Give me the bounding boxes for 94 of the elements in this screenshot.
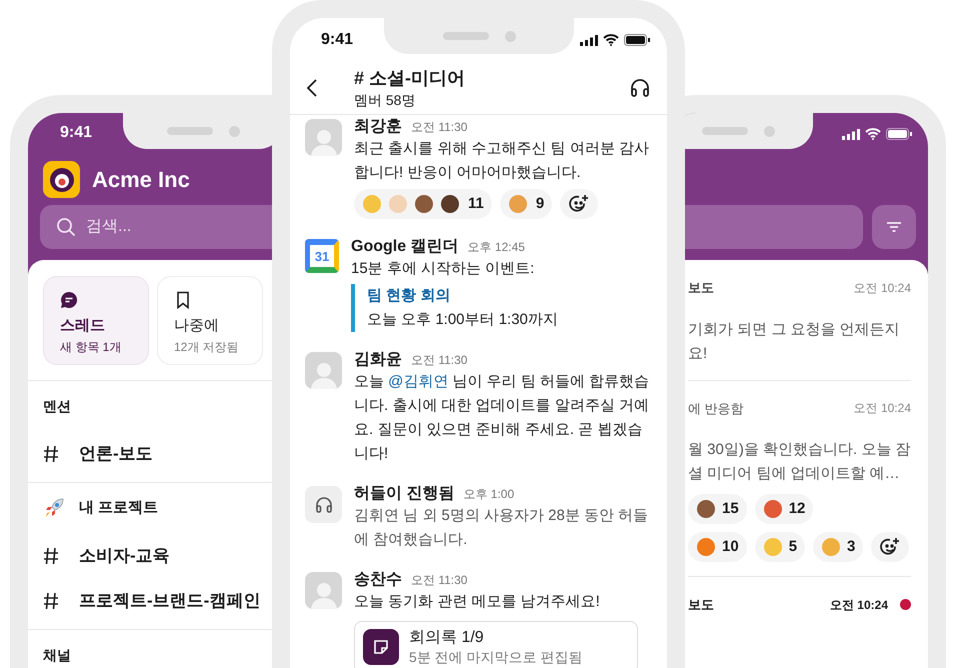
section-title: 내 프로젝트 [79,498,158,518]
emoji-icon [762,499,783,519]
hash-icon [43,444,59,462]
message-text: 오늘 @김휘연 님이 우리 팀 허들에 합류했습니다. 출시에 대한 업데이트를 알려주실 거예요. 질문이 있으면 준비해 주세요. 곧 뵙겠습니다! [354,372,650,464]
activity-text: 기회가 되면 그 요청을 언제든지 [688,320,901,340]
headphones-icon [314,494,334,514]
emoji-icon [388,194,408,214]
message-text: 15분 후에 시작하는 이벤트: [351,259,536,279]
logo-icon [43,161,80,198]
message-text: 최근 출시를 위해 수고해주신 팀 여러분 감사합니다! 반응이 어마어마했습니다. [354,139,650,183]
reaction-pill[interactable]: 5 [754,532,806,562]
file-card[interactable]: 회의록 1/9 5분 전에 마지막으로 편집됨 [354,621,638,668]
emoji-icon [362,194,382,214]
chat-bubble-icon [60,291,78,309]
avatar [305,119,342,156]
search-icon [56,217,76,237]
activity-text: 월 30일)을 확인했습니다. 오늘 잠 [688,440,911,460]
message-time: 오후 1:00 [463,486,514,503]
shortcut-label: 스레드 [60,316,106,336]
emoji-icon [762,537,783,557]
emoji-icon [508,194,528,214]
add-reaction-button[interactable] [871,532,910,562]
status-time: 9:41 [321,30,354,50]
status-time: 9:41 [60,123,92,143]
shortcut-card[interactable]: 스레드 새 항목 1개 [43,276,149,365]
hash-icon [43,592,59,610]
file-title: 회의록 1/9 [409,628,485,648]
avatar [305,352,342,389]
activity-text: 요! [688,344,708,364]
author-name: 송찬수 [354,570,402,590]
emoji-icon [696,537,716,557]
reaction-pill[interactable]: 9 [500,189,552,219]
file-subtitle: 5분 전에 마지막으로 편집됨 [409,648,582,667]
emoji-icon [440,194,460,214]
author-name: 김화윤 [354,350,402,370]
author-name: 허들이 진행됨 [354,484,454,504]
smiley-plus-icon [569,194,590,214]
event-title-link[interactable]: 팀 현황 회의 [367,284,649,308]
rocket-icon [43,497,65,519]
note-icon [363,629,399,665]
wifi-icon [603,34,619,46]
reaction-pill[interactable]: 15 [688,494,747,524]
activity-text: 셜 미디어 팀에 업데이트할 예… [688,464,901,484]
shortcut-sublabel: 새 항목 1개 [60,338,122,356]
calendar-icon: 31 [305,239,339,273]
shortcut-sublabel: 12개 저장됨 [174,338,240,356]
event-time: 오늘 오후 1:00부터 1:30까지 [367,310,559,330]
workspace-name: Acme Inc [92,166,190,194]
message-time: 오전 11:30 [411,352,468,369]
wifi-icon [865,128,881,140]
activity-header: 보도 [688,596,714,614]
battery-icon [886,128,912,140]
hash-icon [43,546,59,564]
smiley-plus-icon [880,537,900,557]
message-time: 오전 11:30 [411,119,468,136]
headphones-icon[interactable] [629,77,651,99]
author-name: 최강훈 [354,117,402,137]
activity-time: 오전 10:24 [854,280,911,297]
filter-button[interactable] [872,205,916,249]
reaction-pill[interactable]: 3 [813,532,864,562]
message-time: 오후 12:45 [468,239,525,256]
mention-link[interactable]: @김휘연 [388,373,448,390]
activity-header: 보도 [688,279,714,297]
emoji-icon [696,499,716,519]
battery-icon [624,34,650,46]
message-text: 오늘 동기화 관련 메모를 남겨주세요! [354,592,601,612]
reaction-pill[interactable]: 10 [688,532,747,562]
section-title: 채널 [43,646,71,664]
shortcut-label: 나중에 [174,316,220,336]
activity-header: 에 반응함 [688,400,744,418]
channel-title: # 소셜-미디어 [354,67,466,90]
section-title: 멘션 [43,396,71,416]
signal-icon [842,128,860,140]
activity-time: 오전 10:24 [830,596,888,614]
channel-item[interactable]: 언론-보도 [43,440,153,466]
channel-item[interactable]: 소비자-교육 [43,542,170,568]
member-count: 멤버 58명 [354,91,416,110]
search-field[interactable] [685,205,863,249]
activity-time: 오전 10:24 [854,400,911,418]
shortcut-card[interactable]: 나중에 12개 저장됨 [157,276,263,365]
filter-icon [886,221,902,233]
avatar [305,572,342,609]
bookmark-icon [174,291,192,309]
emoji-icon [414,194,434,214]
reaction-pill[interactable]: 11 [354,189,492,219]
message-time: 오전 11:30 [411,572,468,589]
emoji-icon [821,537,842,557]
search-field[interactable]: 검색... [40,205,272,249]
message-text: 김휘연 님 외 5명의 사용자가 28분 동안 허들에 참여했습니다. [354,506,650,550]
reaction-pill[interactable]: 12 [754,494,814,524]
signal-icon [580,34,598,46]
add-reaction-button[interactable] [560,189,598,219]
author-name: Google 캘린더 [351,237,459,257]
channel-item[interactable]: 프로젝트-브랜드-캠페인 [43,588,260,614]
